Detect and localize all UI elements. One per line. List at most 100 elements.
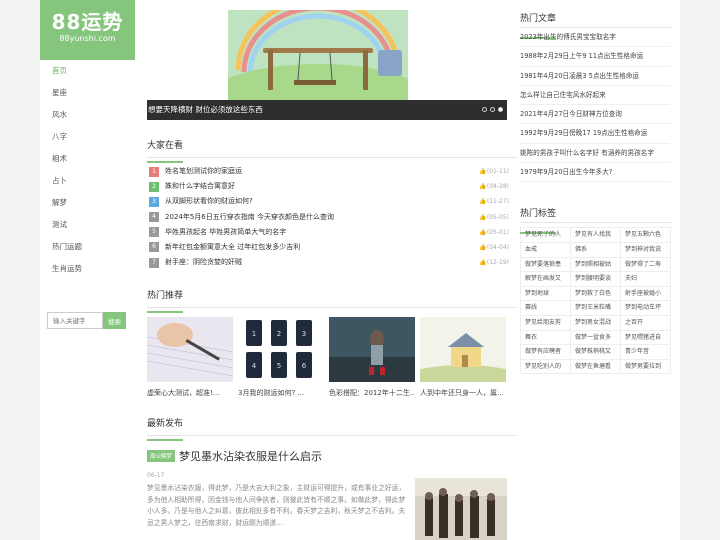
rec-thumbnail[interactable] xyxy=(146,317,234,383)
list-item[interactable]: 7 射手座：阴险贪婪的奸贼 👍(12-19) xyxy=(147,255,517,270)
list-item[interactable]: 2 姝和什么字结合寓意好 👍(04-28) xyxy=(147,179,517,194)
tag-link[interactable]: 梦见五颗六色 xyxy=(621,228,671,243)
rec-caption[interactable]: 色彩搭配：2012年十二生... xyxy=(329,388,415,398)
search-input[interactable] xyxy=(47,312,103,329)
hot-article-link[interactable]: 怎么样让自己住宅风水好起来 xyxy=(520,86,670,106)
tag-link[interactable]: 梦见喂猪进自 xyxy=(621,330,671,346)
list-item-title[interactable]: 从双脚形状看你的财运如何? xyxy=(165,194,479,209)
rec-card[interactable]: 人到中年还只身一人，属... xyxy=(403,317,523,398)
rec-thumbnail[interactable] xyxy=(329,317,415,383)
rec-caption[interactable]: 人到中年还只身一人，属... xyxy=(420,388,506,398)
rec-thumbnail[interactable]: 1 2 3 4 5 6 xyxy=(238,317,324,383)
right-sidebar: 热门文章 2023年出生的傅氏男宝宝取名字 1988年2月29日上午9 11点出… xyxy=(517,0,680,540)
rec-card[interactable]: 虚荣心大测试，超准!... xyxy=(146,317,234,398)
hot-article-link[interactable]: 1992年9月29日傍晚17 19点出生性格命运 xyxy=(520,124,670,144)
post-header: 周公解梦 梦见墨水沾染衣服是什么启示 xyxy=(147,448,517,464)
list-item-date: 👍(05-01) xyxy=(479,228,509,236)
tag-link[interactable]: 青少年音 xyxy=(621,345,671,360)
nav-item-physiognomy[interactable]: 相术 xyxy=(40,148,135,170)
rec-card[interactable]: 1 2 3 4 5 6 3月我的财运如何? ... xyxy=(238,317,324,398)
tag-grid: 梦见死了的人 梦见有人找我 梦见五颗六色 血戒 佛系 梦到神对我说 做梦要落狼患… xyxy=(520,227,671,375)
list-item-title[interactable]: 2024年5月6日五行穿衣指南 今天穿衣颜色是什么查询 xyxy=(165,210,479,225)
list-item-title[interactable]: 射手座：阴险贪婪的奸贼 xyxy=(165,255,479,270)
nav-item-zodiac-fortune[interactable]: 生肖运势 xyxy=(40,258,135,280)
post-title[interactable]: 梦见墨水沾染衣服是什么启示 xyxy=(179,448,322,464)
nav-item-astrology[interactable]: 星座 xyxy=(40,82,135,104)
tag-link[interactable]: 做梦要落狼患 xyxy=(521,257,571,273)
hot-article-link[interactable]: 1981年4月20日凌晨3 5点出生性格命运 xyxy=(520,67,670,86)
svg-text:4: 4 xyxy=(252,362,257,370)
nav-item-test[interactable]: 测试 xyxy=(40,214,135,236)
tag-link[interactable]: 血戒 xyxy=(521,242,571,258)
tag-link[interactable]: 梦见死了的人 xyxy=(521,228,571,243)
tag-link[interactable]: 梦到神对我说 xyxy=(621,242,671,258)
tag-link[interactable]: 做梦有应聘者 xyxy=(521,345,571,360)
tag-link[interactable]: 夫妇 xyxy=(621,272,671,287)
banner-dot-3[interactable] xyxy=(498,107,503,112)
nav-item-dream[interactable]: 解梦 xyxy=(40,192,135,214)
tag-link[interactable]: 做梦一盆食多 xyxy=(571,330,621,346)
list-item-title[interactable]: 毕姓男孩起名 毕姓男孩简单大气的名字 xyxy=(165,225,479,240)
hot-article-link[interactable]: 姚陈的男孩子叫什么名字好 有涵养的男孩名字 xyxy=(520,144,670,164)
list-item[interactable]: 4 2024年5月6日五行穿衣指南 今天穿衣颜色是什么查询 👍(05-05) xyxy=(147,210,517,225)
rec-card[interactable]: 色彩搭配：2012年十二生... xyxy=(329,317,415,398)
tag-link[interactable]: 解梦在画发又 xyxy=(521,272,571,287)
post-thumbnail[interactable] xyxy=(415,478,507,540)
hot-article-link[interactable]: 2023年出生的傅氏男宝宝取名字 xyxy=(520,28,670,48)
post-category-badge[interactable]: 周公解梦 xyxy=(147,450,176,463)
hot-articles-list: 2023年出生的傅氏男宝宝取名字 1988年2月29日上午9 11点出生性格命运… xyxy=(520,28,680,183)
tag-link[interactable]: 佛系 xyxy=(571,242,621,258)
list-item-title[interactable]: 新年红包金额寓意大全 过年红包发多少吉利 xyxy=(165,240,479,255)
tag-link[interactable]: 舞衣 xyxy=(521,330,571,346)
tag-link[interactable]: 做梦在鱼塘看 xyxy=(571,359,621,375)
hot-article-link[interactable]: 1988年2月29日上午9 11点出生性格命运 xyxy=(520,47,670,67)
rank-badge: 6 xyxy=(149,242,159,253)
rec-caption[interactable]: 虚荣心大测试，超准!... xyxy=(147,388,233,398)
list-item[interactable]: 5 毕姓男孩起名 毕姓男孩简单大气的名字 👍(05-01) xyxy=(147,225,517,240)
nav-item-hot-topics[interactable]: 热门运题 xyxy=(40,236,135,258)
main-column: 想要天降横财 财位必须放这些东西 大家在看 1 姓名笔划测试你的家庭运 👍(01-1… xyxy=(135,0,523,540)
hot-tags-title: 热门标签 xyxy=(520,195,672,235)
tag-link[interactable]: 梦到电动车坏 xyxy=(621,301,671,316)
hot-recs-section-title: 热门推荐 xyxy=(147,280,517,314)
logo-url-text: 88yunshi.com xyxy=(59,34,116,43)
hot-article-link[interactable]: 1979年9月20日出生今年多大? xyxy=(520,163,670,183)
tag-link[interactable]: 做梦株梢桃又 xyxy=(571,345,621,360)
nav-item-home[interactable]: 首页 xyxy=(40,60,135,82)
tag-link[interactable]: 梦到男女混战 xyxy=(571,315,621,331)
site-logo[interactable]: 88运势 88yunshi.com xyxy=(40,0,135,60)
tag-link[interactable]: 梦到王米粒嘴 xyxy=(571,301,621,316)
list-item-date: 👍(11-27) xyxy=(479,198,509,206)
list-item[interactable]: 3 从双脚形状看你的财运如何? 👍(11-27) xyxy=(147,194,517,209)
list-item[interactable]: 1 姓名笔划测试你的家庭运 👍(01-11) xyxy=(147,164,517,179)
popular-section-title: 大家在看 xyxy=(147,130,517,163)
tag-link[interactable]: 做梦得了二寿 xyxy=(621,257,671,273)
tag-link[interactable]: 赛线 xyxy=(521,301,571,316)
banner-caption[interactable]: 想要天降横财 财位必须放这些东西 xyxy=(147,100,507,120)
list-item-title[interactable]: 姓名笔划测试你的家庭运 xyxy=(165,164,479,179)
tag-link[interactable]: 之否开 xyxy=(621,315,671,331)
tag-link[interactable]: 梦到照相被姑 xyxy=(571,257,621,273)
banner-dot-2[interactable] xyxy=(490,107,495,112)
tag-link[interactable]: 梦见给朋友剪 xyxy=(521,315,571,331)
search-button[interactable]: 搜索 xyxy=(103,312,126,329)
banner-dot-1[interactable] xyxy=(482,107,487,112)
nav-item-fengshui[interactable]: 风水 xyxy=(40,104,135,126)
nav-item-bazi[interactable]: 八字 xyxy=(40,126,135,148)
list-item[interactable]: 6 新年红包金额寓意大全 过年红包发多少吉利 👍(04-04) xyxy=(147,240,517,255)
tag-link[interactable]: 做梦男要拉到 xyxy=(621,359,671,375)
main-nav: 首页 星座 风水 八字 相术 占卜 解梦 测试 热门运题 生肖运势 xyxy=(40,60,135,280)
rec-caption[interactable]: 3月我的财运如何? ... xyxy=(238,388,324,398)
banner-slider[interactable]: 想要天降横财 财位必须放这些东西 xyxy=(147,10,507,120)
rec-thumbnail[interactable] xyxy=(403,317,523,394)
tag-link[interactable]: 梦见有人找我 xyxy=(571,228,621,243)
hot-article-link[interactable]: 2021年4月27日今日财神方位查询 xyxy=(520,105,670,125)
hot-recs-grid: 虚荣心大测试，超准!... 123 456 3月我的财运如何? ... 色彩搭配… xyxy=(146,317,523,398)
list-item-title[interactable]: 姝和什么字结合寓意好 xyxy=(165,179,479,194)
tag-link[interactable]: 梦到地球 xyxy=(521,286,571,302)
tag-link[interactable]: 射手座被婚小 xyxy=(621,286,671,302)
tag-link[interactable]: 梦到救了白色 xyxy=(571,286,621,302)
tag-link[interactable]: 梦见吃别人的 xyxy=(521,359,571,375)
tag-link[interactable]: 梦到腰明要谈 xyxy=(571,272,621,287)
nav-item-divination[interactable]: 占卜 xyxy=(40,170,135,192)
